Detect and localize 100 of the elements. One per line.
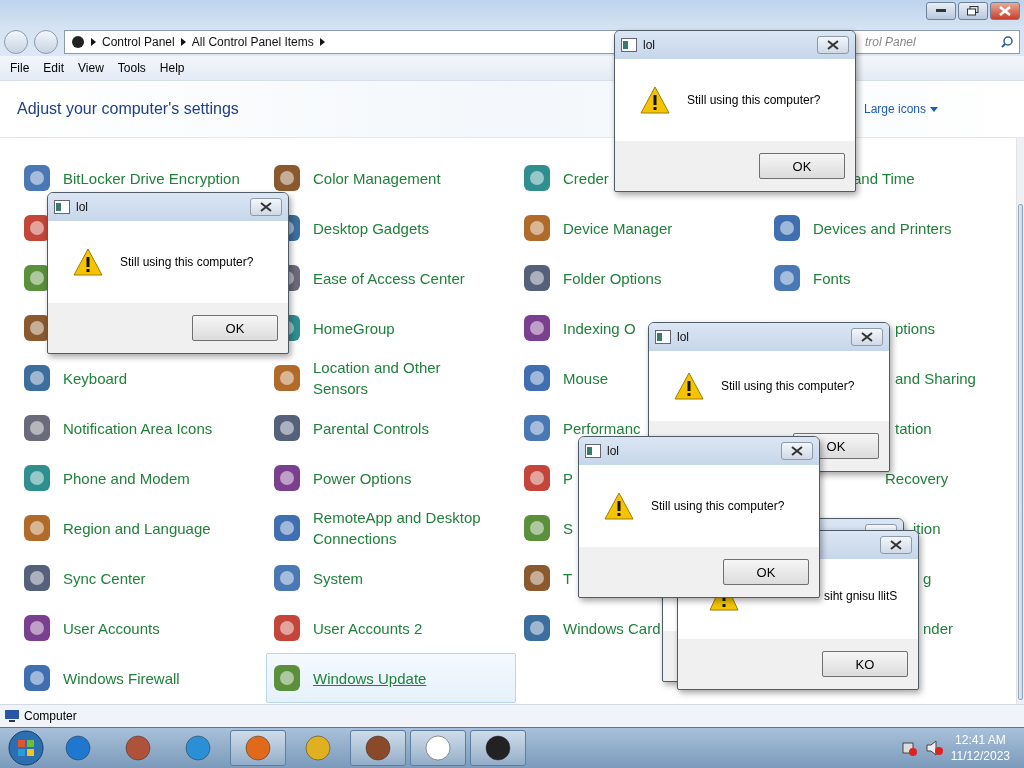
menu-item[interactable]: Tools (113, 61, 150, 75)
chevron-icon (319, 38, 325, 46)
taskbar-button[interactable] (350, 730, 406, 766)
scrollbar[interactable] (1016, 138, 1024, 704)
control-panel-link[interactable]: System (313, 567, 363, 589)
close-icon (861, 332, 873, 342)
breadcrumb[interactable]: Control Panel (102, 35, 175, 49)
app-icon (271, 512, 303, 544)
control-panel-link[interactable]: Indexing O (563, 317, 636, 339)
dialog-message: Still using this computer? (721, 379, 855, 393)
app-icon (484, 734, 512, 762)
app-icon (271, 412, 303, 444)
app-icon (521, 612, 553, 644)
close-icon (999, 6, 1011, 16)
control-panel-link[interactable]: Windows Card (563, 617, 661, 639)
control-panel-link[interactable]: User Accounts 2 (313, 617, 423, 639)
control-panel-link[interactable]: User Accounts (63, 617, 160, 639)
warning-icon (72, 247, 104, 277)
page-title: Adjust your computer's settings (17, 100, 239, 118)
window-icon (655, 330, 671, 344)
app-icon (21, 612, 53, 644)
network-icon (900, 740, 917, 756)
dialog-title: lol (76, 200, 89, 214)
control-panel-link[interactable]: Mouse (563, 367, 609, 389)
start-button[interactable] (6, 729, 46, 767)
control-panel-link[interactable]: and Sharing (895, 367, 976, 389)
app-icon (184, 734, 212, 762)
app-icon (21, 662, 53, 694)
search-icon (1001, 36, 1013, 48)
app-icon (424, 734, 452, 762)
menu-item[interactable]: Help (155, 61, 189, 75)
control-panel-link[interactable]: Power Options (313, 467, 412, 489)
control-panel-link[interactable]: Folder Options (563, 267, 662, 289)
control-panel-link[interactable]: Location and Other Sensors (313, 357, 499, 399)
window-icon (54, 200, 70, 214)
breadcrumb[interactable]: All Control Panel Items (191, 35, 314, 49)
taskbar-button[interactable] (470, 730, 526, 766)
control-panel-link[interactable]: HomeGroup (313, 317, 395, 339)
app-icon (21, 562, 53, 594)
control-panel-link[interactable]: Sync Center (63, 567, 146, 589)
app-icon (21, 412, 53, 444)
menu-item[interactable]: View (74, 61, 108, 75)
control-panel-link[interactable]: Keyboard (63, 367, 128, 389)
control-panel-link[interactable]: tation (895, 417, 932, 439)
ok-button[interactable]: OK (723, 559, 809, 585)
control-panel-link[interactable]: P (563, 467, 573, 489)
ok-button[interactable]: OK (759, 153, 845, 179)
highlighted-item[interactable]: Windows Update (266, 653, 516, 703)
warning-icon (708, 597, 740, 611)
close-button[interactable] (817, 36, 849, 54)
control-panel-link[interactable]: Desktop Gadgets (313, 217, 429, 239)
minimize-button[interactable] (926, 2, 956, 20)
app-icon (364, 734, 392, 762)
close-button[interactable] (880, 536, 912, 554)
restore-button[interactable] (958, 2, 988, 20)
control-panel-link[interactable]: Devices and Printers (813, 217, 952, 239)
control-panel-link[interactable]: nder (923, 617, 954, 639)
control-panel-link[interactable]: Windows Update (313, 667, 427, 689)
app-icon (21, 362, 53, 394)
control-panel-link[interactable]: Device Manager (563, 217, 673, 239)
app-icon (521, 412, 553, 444)
caret-icon (930, 106, 938, 112)
view-dropdown[interactable]: Large icons (863, 102, 938, 116)
control-panel-link[interactable]: Color Management (313, 167, 441, 189)
control-panel-link[interactable]: RemoteApp and Desktop Connections (313, 507, 499, 549)
close-button[interactable] (781, 442, 813, 460)
app-icon (244, 734, 272, 762)
control-panel-link[interactable]: Parental Controls (313, 417, 429, 439)
clock-date: 11/12/2023 (950, 748, 1010, 764)
warning-icon (673, 371, 705, 401)
control-panel-link[interactable]: Creder (563, 167, 609, 189)
control-panel-link[interactable]: Ease of Access Center (313, 267, 465, 289)
control-panel-link[interactable]: Fonts (813, 267, 851, 289)
control-panel-link[interactable]: Recovery (885, 467, 949, 489)
control-panel-link[interactable]: T (563, 567, 573, 589)
close-button[interactable] (250, 198, 282, 216)
control-panel-link[interactable]: ition (913, 517, 941, 539)
control-panel-link[interactable]: ptions (895, 317, 936, 339)
control-panel-link[interactable]: S (563, 517, 573, 539)
menu-item[interactable]: Edit (39, 61, 69, 75)
menu-item[interactable]: File (6, 61, 34, 75)
speaker-muted-icon (924, 740, 943, 756)
ok-button[interactable]: OK (192, 315, 278, 341)
control-panel-link[interactable]: Windows Firewall (63, 667, 180, 689)
app-icon (271, 362, 303, 394)
app-icon (271, 562, 303, 594)
control-panel-link[interactable]: BitLocker Drive Encryption (63, 167, 240, 189)
control-panel-link[interactable]: Region and Language (63, 517, 211, 539)
close-window-button[interactable] (990, 2, 1020, 20)
window-icon (585, 444, 601, 458)
control-panel-link[interactable]: Performanc (563, 417, 641, 439)
control-panel-link[interactable]: g (923, 567, 932, 589)
app-icon (271, 462, 303, 494)
ok-button[interactable]: KO (822, 651, 908, 677)
close-button[interactable] (851, 328, 883, 346)
app-icon (271, 612, 303, 644)
chevron-icon (180, 38, 186, 46)
control-panel-link[interactable]: Notification Area Icons (63, 417, 213, 439)
app-icon (521, 362, 553, 394)
control-panel-link[interactable]: Phone and Modem (63, 467, 190, 489)
